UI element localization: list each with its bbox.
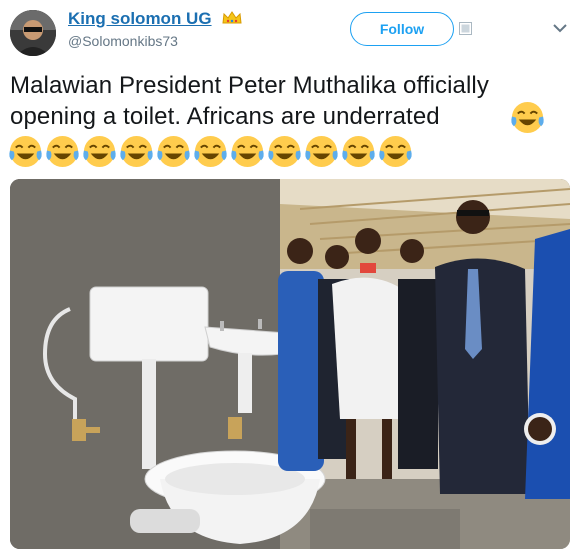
tears-of-joy-emoji-icon	[46, 135, 79, 168]
tears-of-joy-emoji-icon	[305, 135, 338, 168]
user-handle[interactable]: @Solomonkibs73	[68, 33, 178, 49]
tears-of-joy-emoji-icon	[83, 135, 116, 168]
tweet-text: Malawian President Peter Muthalika offic…	[10, 72, 489, 130]
tears-of-joy-emoji-icon	[231, 135, 264, 168]
tears-of-joy-emoji-icon	[120, 135, 153, 168]
tears-of-joy-emoji-icon	[268, 135, 301, 168]
tweet-photo[interactable]	[10, 179, 570, 549]
crown-emoji-icon	[222, 11, 242, 24]
tears-of-joy-emoji-icon	[511, 101, 544, 134]
tears-of-joy-emoji-icon	[194, 135, 227, 168]
chevron-down-icon[interactable]	[553, 23, 567, 33]
emoji-row	[8, 134, 413, 170]
tears-of-joy-emoji-icon	[9, 135, 42, 168]
display-name[interactable]: King solomon UG	[68, 9, 212, 29]
avatar[interactable]	[10, 10, 56, 56]
tears-of-joy-emoji-icon	[342, 135, 375, 168]
tweet-header: King solomon UG @Solomonkibs73 Follow	[0, 0, 578, 62]
add-to-list-icon[interactable]	[459, 22, 472, 35]
follow-button[interactable]: Follow	[350, 12, 454, 46]
tears-of-joy-emoji-icon	[379, 135, 412, 168]
tears-of-joy-emoji-icon	[157, 135, 190, 168]
